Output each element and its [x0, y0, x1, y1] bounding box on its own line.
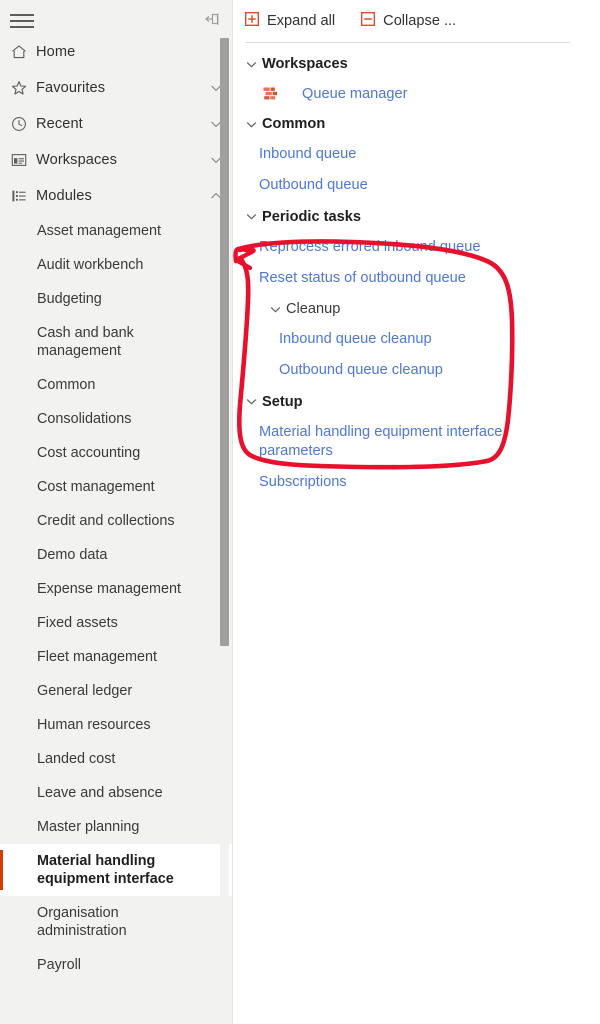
home-icon — [10, 43, 36, 61]
module-item-fixed-assets[interactable]: Fixed assets — [0, 606, 232, 640]
module-label: General ledger — [37, 682, 133, 699]
module-item-landed-cost[interactable]: Landed cost — [0, 742, 232, 776]
module-label: Demo data — [37, 546, 108, 563]
tree-toolbar: Expand all Collapse ... — [233, 0, 600, 42]
sidebar-item-label: Recent — [36, 116, 83, 132]
tree-group-label: Cleanup — [286, 301, 341, 317]
module-label: Common — [37, 376, 96, 393]
module-item-general-ledger[interactable]: General ledger — [0, 674, 232, 708]
clock-icon — [10, 115, 36, 133]
module-label: Credit and collections — [37, 512, 175, 529]
chevron-down-icon — [245, 395, 262, 408]
hamburger-icon[interactable] — [8, 12, 36, 34]
module-item-cost-accounting[interactable]: Cost accounting — [0, 436, 232, 470]
module-item-material-handling-equipment-interface[interactable]: Material handling equipment interface — [0, 844, 232, 896]
plus-square-icon — [244, 11, 260, 30]
minus-square-icon — [361, 11, 376, 30]
module-label: Expense management — [37, 580, 181, 597]
sidebar-scroll-region: Home Favourites Recent Workspaces Module… — [0, 34, 232, 1024]
module-label: Payroll — [37, 956, 81, 973]
navigation-pane-screen: Home Favourites Recent Workspaces Module… — [0, 0, 600, 1024]
module-label: Asset management — [37, 222, 161, 239]
module-item-cost-management[interactable]: Cost management — [0, 470, 232, 504]
tree-link-inbound-queue-cleanup[interactable]: Inbound queue cleanup — [233, 324, 600, 355]
module-item-cash-and-bank-management[interactable]: Cash and bank management — [0, 316, 232, 368]
tree-link-subscriptions[interactable]: Subscriptions — [233, 467, 600, 498]
module-tree-panel: Expand all Collapse ... Workspaces Queue… — [233, 0, 600, 1024]
module-label: Master planning — [37, 818, 140, 835]
tree-group-label: Workspaces — [262, 56, 348, 72]
tree-item-label: Queue manager — [302, 86, 408, 102]
star-icon — [10, 79, 36, 97]
tree-group-setup[interactable]: Setup — [233, 387, 600, 417]
sidebar-scrollbar-thumb[interactable] — [220, 38, 229, 646]
module-label: Human resources — [37, 716, 151, 733]
chevron-down-icon — [245, 58, 262, 71]
tree-link-outbound-queue[interactable]: Outbound queue — [233, 170, 600, 201]
module-label: Cash and bank management — [37, 324, 134, 359]
tree-group-workspaces[interactable]: Workspaces — [233, 49, 600, 79]
sidebar-item-favourites[interactable]: Favourites — [0, 70, 232, 106]
sidebar-item-modules[interactable]: Modules — [0, 178, 232, 214]
module-item-asset-management[interactable]: Asset management — [0, 214, 232, 248]
tree-item-queue-manager[interactable]: Queue manager — [233, 79, 600, 109]
sidebar-item-label: Modules — [36, 188, 92, 204]
module-label: Cost management — [37, 478, 155, 495]
module-item-expense-management[interactable]: Expense management — [0, 572, 232, 606]
module-item-budgeting[interactable]: Budgeting — [0, 282, 232, 316]
sidebar-item-recent[interactable]: Recent — [0, 106, 232, 142]
expand-all-label: Expand all — [267, 13, 336, 29]
module-item-payroll[interactable]: Payroll — [0, 948, 232, 982]
module-item-fleet-management[interactable]: Fleet management — [0, 640, 232, 674]
tree-link-inbound-queue[interactable]: Inbound queue — [233, 139, 600, 170]
module-label: Fleet management — [37, 648, 157, 665]
sidebar-item-label: Workspaces — [36, 152, 118, 168]
chevron-down-icon — [245, 118, 262, 131]
tree-group-label: Setup — [262, 393, 303, 410]
chevron-down-icon — [245, 210, 262, 223]
tree-link-reprocess-errored-inbound-queue[interactable]: Reprocess errored inbound queue — [233, 232, 600, 263]
left-navigation-sidebar: Home Favourites Recent Workspaces Module… — [0, 0, 233, 1024]
collapse-all-label: Collapse ... — [383, 13, 457, 29]
module-item-organisation-administration[interactable]: Organisation administration — [0, 896, 232, 948]
module-item-master-planning[interactable]: Master planning — [0, 810, 232, 844]
module-label: Consolidations — [37, 410, 132, 427]
module-item-demo-data[interactable]: Demo data — [0, 538, 232, 572]
module-label: Organisation administration — [37, 904, 127, 939]
tree-link-reset-status-of-outbound-queue[interactable]: Reset status of outbound queue — [233, 263, 600, 294]
module-item-credit-and-collections[interactable]: Credit and collections — [0, 504, 232, 538]
pin-left-glyph — [204, 13, 218, 25]
dashboard-icon — [10, 151, 36, 169]
module-label: Leave and absence — [37, 784, 163, 801]
module-label: Fixed assets — [37, 614, 118, 631]
collapse-all-button[interactable]: Collapse ... — [359, 10, 458, 32]
module-item-human-resources[interactable]: Human resources — [0, 708, 232, 742]
module-label: Landed cost — [37, 750, 116, 767]
module-item-audit-workbench[interactable]: Audit workbench — [0, 248, 232, 282]
pin-left-icon[interactable] — [198, 6, 226, 32]
sidebar-item-label: Favourites — [36, 80, 106, 96]
workspace-tiles-icon — [261, 87, 281, 102]
tree-group-label: Periodic tasks — [262, 208, 361, 225]
tree-link-material-handling-equipment-interface-parameters[interactable]: Material handling equipment interface pa… — [233, 417, 549, 468]
module-label: Cost accounting — [37, 444, 141, 461]
module-item-common[interactable]: Common — [0, 368, 232, 402]
tree-group-cleanup[interactable]: Cleanup — [233, 294, 600, 324]
tree-group-periodic-tasks[interactable]: Periodic tasks — [233, 202, 600, 232]
module-label: Budgeting — [37, 290, 102, 307]
tree-group-common[interactable]: Common — [233, 109, 600, 139]
module-label: Audit workbench — [37, 256, 144, 273]
module-item-consolidations[interactable]: Consolidations — [0, 402, 232, 436]
chevron-down-icon — [269, 303, 286, 316]
tree-group-label: Common — [262, 116, 326, 132]
expand-all-button[interactable]: Expand all — [243, 10, 337, 32]
module-label: Material handling equipment interface — [37, 852, 174, 887]
sidebar-item-workspaces[interactable]: Workspaces — [0, 142, 232, 178]
module-item-leave-and-absence[interactable]: Leave and absence — [0, 776, 232, 810]
module-content-tree: Workspaces Queue manager Common Inbound … — [233, 43, 600, 498]
tree-link-outbound-queue-cleanup[interactable]: Outbound queue cleanup — [233, 355, 600, 386]
sidebar-item-home[interactable]: Home — [0, 34, 232, 70]
list-icon — [10, 187, 36, 205]
sidebar-item-label: Home — [36, 44, 76, 60]
